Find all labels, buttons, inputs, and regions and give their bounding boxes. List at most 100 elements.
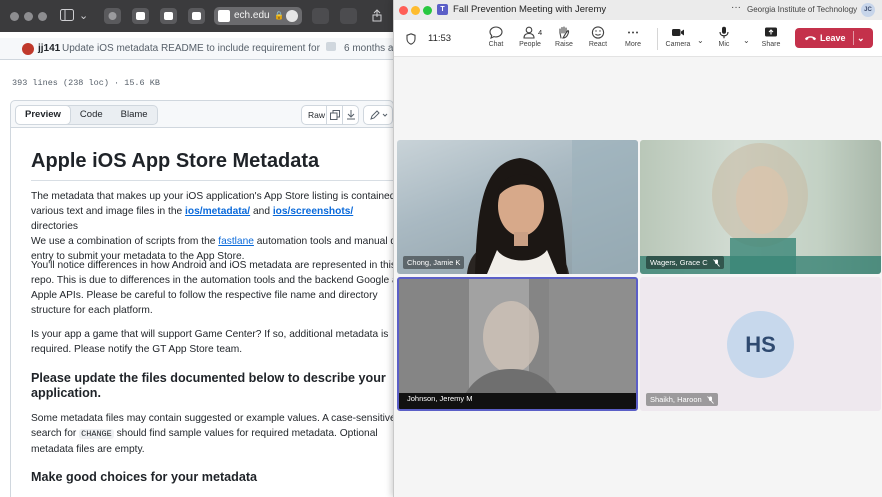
tab-favicon-1[interactable]	[104, 8, 121, 24]
divider	[657, 28, 658, 50]
react-label: React	[588, 41, 608, 48]
leave-button[interactable]: Leave ⌄	[795, 28, 873, 48]
participant-name: Chong, Jamie K	[407, 258, 461, 267]
mic-muted-icon	[712, 259, 720, 267]
call-timer: 11:53	[428, 33, 452, 44]
text-line: required. Please notify the GT App Store…	[31, 344, 243, 355]
zoom-window-button[interactable]	[38, 12, 47, 21]
minimize-window-button[interactable]	[24, 12, 33, 21]
tab-extra-1[interactable]	[312, 8, 329, 24]
text-line: metadata files are empty.	[31, 444, 145, 455]
link-ios-screenshots[interactable]: ios/screenshots/	[273, 206, 353, 217]
participant-video	[467, 140, 638, 274]
site-favicon	[218, 10, 230, 22]
readme-content: Apple iOS App Store Metadata The metadat…	[10, 128, 394, 497]
address-bar[interactable]: ech.edu 🔒	[214, 7, 302, 25]
participant-video	[640, 143, 881, 274]
video-tile-chong[interactable]: Chong, Jamie K	[397, 140, 638, 274]
commit-author[interactable]: jj141	[38, 43, 60, 54]
share-icon[interactable]	[372, 9, 382, 23]
text-line: Some metadata files may contain suggeste…	[31, 413, 394, 424]
smiley-icon	[591, 26, 605, 39]
copy-icon[interactable]	[326, 105, 343, 125]
mic-label: Mic	[718, 41, 730, 48]
paragraph-2: You'll notice differences in how Android…	[31, 258, 394, 318]
camera-options-chevron-icon[interactable]: ⌄	[697, 36, 704, 45]
camera-button[interactable]: Camera	[661, 26, 695, 48]
more-button[interactable]: More	[616, 26, 650, 48]
tab-code[interactable]: Code	[71, 106, 112, 124]
tab-github-1[interactable]	[132, 8, 149, 24]
download-icon[interactable]	[342, 105, 359, 125]
text-line: various text and image files in the ios/…	[31, 206, 354, 232]
people-label: People	[519, 41, 541, 48]
video-stage: Chong, Jamie K Wagers, Grace C Johnson, …	[394, 57, 882, 497]
inline-code: CHANGE	[79, 429, 114, 439]
more-icon[interactable]	[286, 10, 298, 22]
chat-button[interactable]: Chat	[479, 26, 513, 48]
lock-icon: 🔒	[274, 11, 284, 20]
commit-message[interactable]: Update iOS metadata README to include re…	[62, 43, 320, 54]
shield-icon[interactable]	[406, 32, 416, 50]
tab-github-3[interactable]	[188, 8, 205, 24]
people-button[interactable]: 4 People	[513, 26, 547, 48]
tab-github-2[interactable]	[160, 8, 177, 24]
avatar[interactable]: JC	[861, 3, 875, 17]
organization-name: Georgia Institute of Technology	[747, 5, 858, 14]
raise-label: Raise	[555, 41, 573, 48]
react-button[interactable]: React	[581, 26, 615, 48]
raise-hand-button[interactable]: Raise	[547, 26, 581, 48]
text-line: The metadata that makes up your iOS appl…	[31, 191, 394, 202]
tab-extra-2[interactable]	[340, 8, 357, 24]
participant-video	[399, 279, 636, 409]
share-screen-icon	[765, 27, 777, 37]
participant-name: Johnson, Jeremy M	[407, 394, 473, 403]
commit-details-icon[interactable]	[326, 42, 336, 51]
address-text: ech.edu	[234, 10, 270, 21]
meeting-title: Fall Prevention Meeting with Jeremy	[453, 4, 607, 15]
paragraph-1: The metadata that makes up your iOS appl…	[31, 189, 394, 264]
hand-icon	[559, 26, 570, 39]
video-tile-shaikh[interactable]: HS Shaikh, Haroon	[640, 277, 881, 411]
zoom-window-button[interactable]	[423, 6, 432, 15]
participant-name-tag: Johnson, Jeremy M	[403, 392, 476, 405]
chevron-down-icon[interactable]: ⌄	[79, 9, 88, 23]
more-icon	[628, 31, 638, 34]
mic-icon	[719, 26, 729, 39]
text-line: repo. This is due to differences in the …	[31, 275, 394, 286]
section-heading-1: Please update the files documented below…	[31, 371, 391, 401]
leave-options-chevron-icon[interactable]: ⌄	[857, 28, 865, 48]
link-fastlane[interactable]: fastlane	[218, 236, 254, 247]
text-line: We use a combination of scripts from the…	[31, 236, 394, 247]
tab-blame[interactable]: Blame	[112, 106, 157, 124]
section-heading-2: Make good choices for your metadata	[31, 470, 258, 484]
view-switch: Preview Code Blame	[15, 105, 158, 125]
text-line: Is your app a game that will support Gam…	[31, 329, 389, 340]
participant-name: Shaikh, Haroon	[650, 395, 702, 404]
video-tile-johnson[interactable]: Johnson, Jeremy M	[397, 277, 638, 411]
more-options-icon[interactable]: ···	[731, 2, 741, 13]
mic-options-chevron-icon[interactable]: ⌄	[743, 36, 750, 45]
tab-preview[interactable]: Preview	[15, 105, 71, 125]
avatar[interactable]	[22, 43, 34, 55]
sidebar-toggle-icon[interactable]	[60, 9, 74, 23]
close-window-button[interactable]	[399, 6, 408, 15]
leave-label: Leave	[820, 33, 846, 43]
minimize-window-button[interactable]	[411, 6, 420, 15]
text-line: search for CHANGE should find sample val…	[31, 428, 378, 439]
video-tile-wagers[interactable]: Wagers, Grace C	[640, 140, 881, 274]
close-window-button[interactable]	[10, 12, 19, 21]
divider	[31, 180, 394, 181]
edit-button[interactable]	[363, 105, 393, 125]
people-icon	[523, 26, 535, 39]
avatar: HS	[727, 311, 794, 378]
participant-name-tag: Chong, Jamie K	[403, 256, 465, 269]
heading-line: Please update the files documented below…	[31, 371, 386, 385]
file-toolbar: Preview Code Blame Raw	[10, 100, 394, 128]
mic-button[interactable]: Mic	[707, 26, 741, 48]
share-button[interactable]: Share	[754, 26, 788, 48]
heading-line: application.	[31, 386, 101, 400]
chat-icon	[489, 26, 503, 39]
link-ios-metadata[interactable]: ios/metadata/	[185, 206, 250, 217]
teams-meeting-window: T Fall Prevention Meeting with Jeremy ··…	[393, 0, 882, 497]
